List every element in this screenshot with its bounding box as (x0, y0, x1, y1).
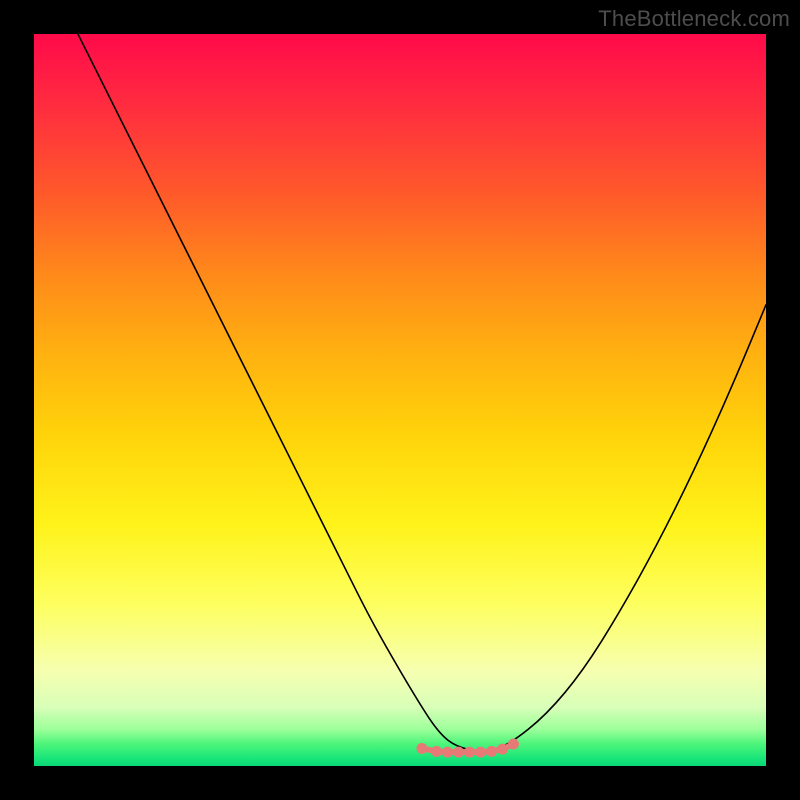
watermark-text: TheBottleneck.com (598, 6, 790, 32)
curve-svg (34, 34, 766, 766)
chart-frame: TheBottleneck.com (0, 0, 800, 800)
plot-area (34, 34, 766, 766)
marker-dot (431, 746, 442, 757)
marker-dot (497, 744, 508, 755)
marker-dot (486, 746, 497, 757)
bottleneck-curve (78, 34, 766, 751)
marker-dot (453, 747, 464, 758)
marker-dot (508, 739, 519, 750)
marker-dot (464, 747, 475, 758)
marker-dot (442, 747, 453, 758)
marker-dot (416, 743, 427, 754)
marker-dot (475, 747, 486, 758)
